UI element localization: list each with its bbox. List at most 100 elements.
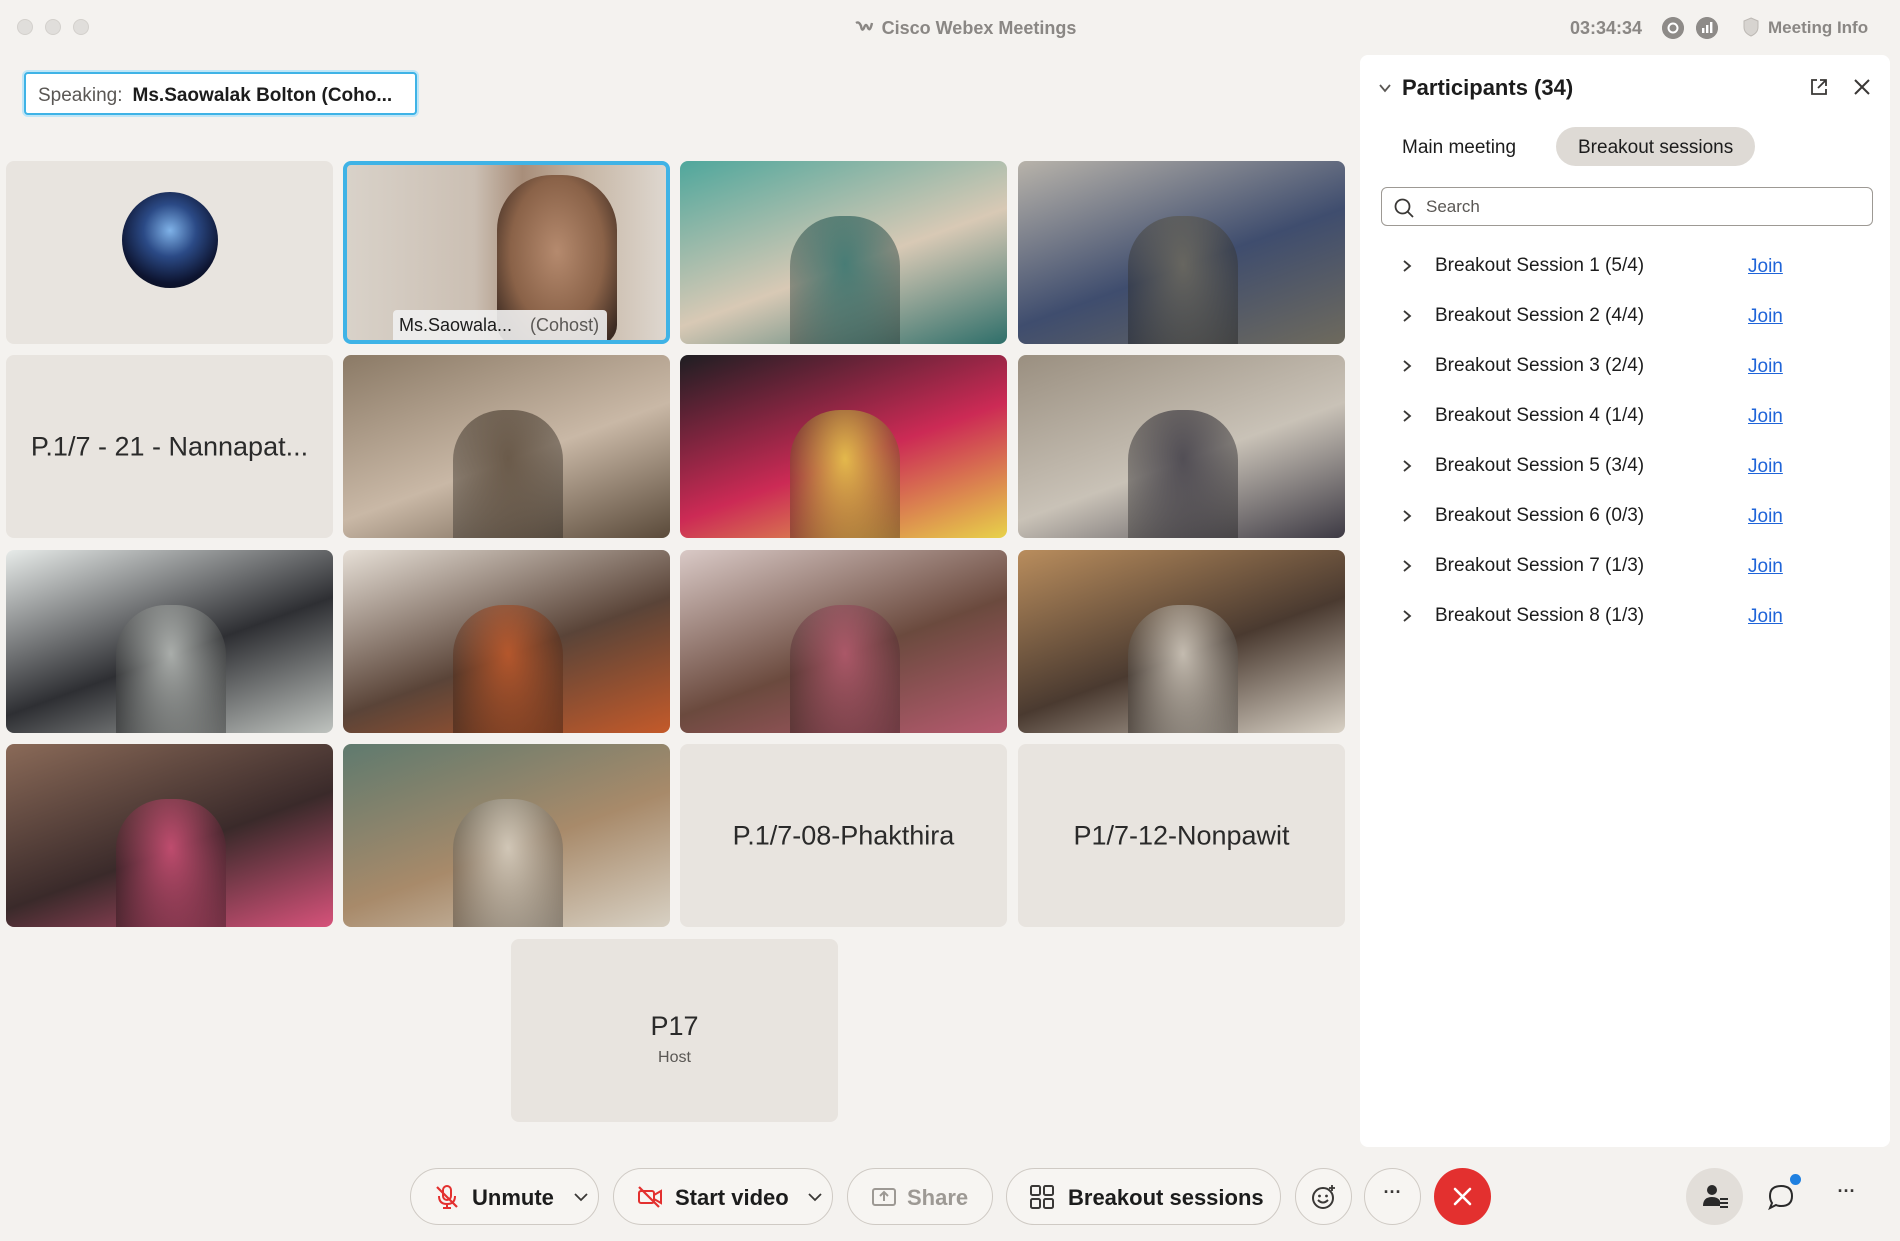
shield-icon <box>1743 17 1759 37</box>
participant-video-tile[interactable] <box>343 550 670 733</box>
start-video-label: Start video <box>675 1185 789 1210</box>
chevron-right-icon[interactable] <box>1400 509 1414 523</box>
tab-main-meeting[interactable]: Main meeting <box>1360 127 1538 166</box>
participant-video-tile[interactable] <box>343 744 670 927</box>
chevron-right-icon[interactable] <box>1400 309 1414 323</box>
participant-name: P.1/7 - 21 - Nannapat... <box>30 431 309 461</box>
breakout-grid-icon <box>1030 1185 1054 1209</box>
participant-video-tile[interactable] <box>1018 161 1345 344</box>
avatar <box>122 192 218 288</box>
breakout-session-row[interactable]: Breakout Session 5 (3/4) Join <box>1400 449 1850 489</box>
participants-title: Participants (34) <box>1402 75 1574 100</box>
participant-video-tile[interactable] <box>1018 550 1345 733</box>
join-session-link[interactable]: Join <box>1748 256 1783 278</box>
join-session-link[interactable]: Join <box>1748 506 1783 528</box>
chevron-down-icon[interactable] <box>574 1192 588 1202</box>
share-button[interactable]: Share <box>847 1168 993 1225</box>
participant-video-tile[interactable] <box>6 550 333 733</box>
chevron-right-icon[interactable] <box>1400 259 1414 273</box>
unmute-label: Unmute <box>472 1185 554 1210</box>
video-feed <box>116 605 226 733</box>
participant-video-tile[interactable]: Ms.Saowala... (Cohost) <box>343 161 670 344</box>
title-bar: Cisco Webex Meetings 03:34:34 Meeting In… <box>0 0 1900 55</box>
video-feed <box>790 410 900 538</box>
host-tile[interactable]: P17 Host <box>511 939 838 1122</box>
breakout-sessions-label: Breakout sessions <box>1068 1185 1264 1210</box>
participant-name-tag: Ms.Saowala... (Cohost) <box>393 310 608 340</box>
breakout-session-label: Breakout Session 3 (2/4) <box>1435 355 1645 376</box>
ellipsis-icon: ··· <box>1837 1181 1856 1201</box>
reactions-button[interactable] <box>1295 1168 1352 1225</box>
share-label: Share <box>907 1185 969 1210</box>
participants-toggle-button[interactable] <box>1686 1168 1743 1225</box>
breakout-session-label: Breakout Session 8 (1/3) <box>1435 605 1645 626</box>
participant-video-tile[interactable] <box>343 355 670 538</box>
more-menu-button[interactable]: ··· <box>1818 1168 1875 1225</box>
chevron-right-icon[interactable] <box>1400 559 1414 573</box>
join-session-link[interactable]: Join <box>1748 356 1783 378</box>
host-name: P17 <box>650 1011 699 1041</box>
breakout-session-row[interactable]: Breakout Session 8 (1/3) Join <box>1400 599 1850 639</box>
breakout-session-row[interactable]: Breakout Session 7 (1/3) Join <box>1400 549 1850 589</box>
start-video-button[interactable]: Start video <box>613 1168 833 1225</box>
participant-video-tile[interactable] <box>6 744 333 927</box>
breakout-session-label: Breakout Session 7 (1/3) <box>1435 555 1645 576</box>
microphone-muted-icon <box>436 1185 458 1209</box>
join-session-link[interactable]: Join <box>1748 456 1783 478</box>
unmute-button[interactable]: Unmute <box>410 1168 599 1225</box>
chevron-right-icon[interactable] <box>1400 459 1414 473</box>
participant-tile-no-video[interactable]: P.1/7 - 21 - Nannapat... <box>6 355 333 538</box>
video-feed <box>790 605 900 733</box>
app-title-text: Cisco Webex Meetings <box>881 18 1077 38</box>
speaking-label: Speaking: <box>38 85 123 106</box>
participant-video-tile[interactable] <box>1018 355 1345 538</box>
breakout-session-row[interactable]: Breakout Session 4 (1/4) Join <box>1400 399 1850 439</box>
video-feed <box>1128 605 1238 733</box>
participant-search[interactable] <box>1381 187 1873 226</box>
breakout-session-row[interactable]: Breakout Session 6 (0/3) Join <box>1400 499 1850 539</box>
close-icon[interactable] <box>1852 77 1872 97</box>
host-role-label: Host <box>658 1049 691 1066</box>
chevron-right-icon[interactable] <box>1400 409 1414 423</box>
participant-video-tile[interactable] <box>680 550 1007 733</box>
breakout-session-label: Breakout Session 4 (1/4) <box>1435 405 1645 426</box>
participant-video-tile[interactable] <box>680 161 1007 344</box>
participant-name: Ms.Saowala... <box>399 315 513 335</box>
participant-tile-no-video[interactable]: P1/7-12-Nonpawit <box>1018 744 1345 927</box>
breakout-sessions-button[interactable]: Breakout sessions <box>1006 1168 1281 1225</box>
breakout-session-label: Breakout Session 2 (4/4) <box>1435 305 1645 326</box>
chevron-right-icon[interactable] <box>1400 359 1414 373</box>
join-session-link[interactable]: Join <box>1748 556 1783 578</box>
participant-tile-no-video[interactable]: P.1/7-08-Phakthira <box>680 744 1007 927</box>
video-feed <box>790 216 900 344</box>
join-session-link[interactable]: Join <box>1748 306 1783 328</box>
meeting-info-button[interactable]: Meeting Info <box>1742 17 1868 38</box>
chevron-down-icon[interactable] <box>1378 81 1392 95</box>
meeting-clock: 03:34:34 <box>1570 18 1643 38</box>
chevron-down-icon[interactable] <box>808 1192 822 1202</box>
video-feed <box>1128 216 1238 344</box>
breakout-session-row[interactable]: Breakout Session 1 (5/4) Join <box>1400 249 1850 289</box>
participant-tile-avatar[interactable] <box>6 161 333 344</box>
chat-icon <box>1768 1184 1794 1211</box>
recording-icon[interactable] <box>1662 17 1684 39</box>
network-stats-icon[interactable] <box>1696 17 1718 39</box>
popout-icon[interactable] <box>1809 77 1829 97</box>
share-icon <box>872 1188 896 1206</box>
reactions-icon <box>1312 1185 1335 1209</box>
active-speaker-indicator: Speaking: Ms.Saowalak Bolton (Coho... <box>24 72 417 115</box>
join-session-link[interactable]: Join <box>1748 406 1783 428</box>
chevron-right-icon[interactable] <box>1400 609 1414 623</box>
breakout-session-row[interactable]: Breakout Session 3 (2/4) Join <box>1400 349 1850 389</box>
leave-meeting-button[interactable] <box>1434 1168 1491 1225</box>
tab-breakout-sessions[interactable]: Breakout sessions <box>1556 127 1756 166</box>
speaker-name: Ms.Saowalak Bolton (Coho... <box>132 85 393 106</box>
participant-video-tile[interactable] <box>680 355 1007 538</box>
meeting-info-label: Meeting Info <box>1768 18 1869 37</box>
more-options-button[interactable]: ··· <box>1364 1168 1421 1225</box>
breakout-session-row[interactable]: Breakout Session 2 (4/4) Join <box>1400 299 1850 339</box>
search-input[interactable] <box>1426 188 1856 225</box>
video-feed <box>1128 410 1238 538</box>
video-off-icon <box>638 1186 662 1208</box>
join-session-link[interactable]: Join <box>1748 606 1783 628</box>
